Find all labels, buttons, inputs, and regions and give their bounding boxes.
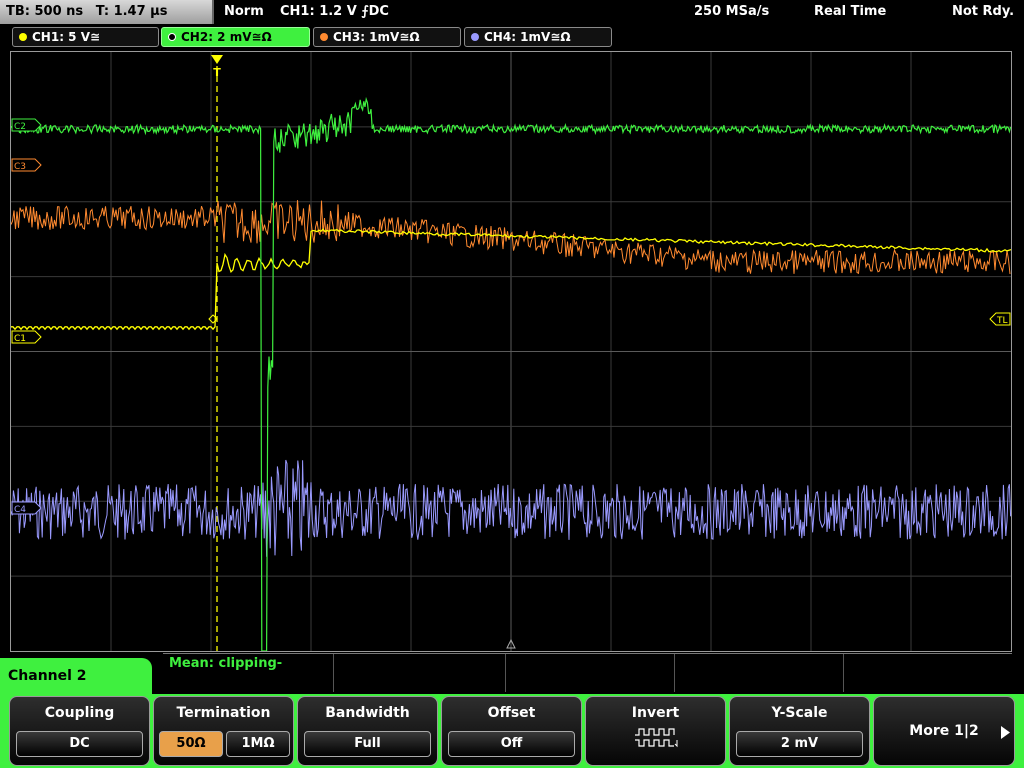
ch1-dot-icon bbox=[19, 33, 27, 41]
trigger-settings: CH1: 1.2 V ⨍DC bbox=[280, 4, 389, 19]
offset-softkey[interactable]: Offset Off bbox=[441, 696, 582, 766]
trigger-position-label: T bbox=[213, 66, 221, 79]
tab-ch4-label: CH4: 1mV≅Ω bbox=[484, 30, 571, 44]
waveform-canvas: T C2 C3 C1 C4 TL bbox=[11, 52, 1011, 651]
softkey-menu: Coupling DC Termination 50Ω 1MΩ Bandwidt… bbox=[0, 694, 1024, 768]
measurement-bar: Mean: clipping- bbox=[163, 653, 1012, 692]
ch3-ground-marker[interactable]: C3 bbox=[11, 158, 42, 172]
run-status: Not Rdy. bbox=[952, 4, 1015, 19]
tab-ch3[interactable]: CH3: 1mV≅Ω bbox=[313, 27, 461, 47]
measurement-divider bbox=[505, 654, 506, 692]
measurement-divider bbox=[674, 654, 675, 692]
trigger-mode: Norm bbox=[224, 4, 264, 19]
ch1-ground-marker[interactable]: C1 bbox=[11, 330, 42, 344]
tab-ch1[interactable]: CH1: 5 V≅ bbox=[12, 27, 159, 47]
yscale-softkey[interactable]: Y-Scale 2 mV bbox=[729, 696, 870, 766]
ch1-marker-label: C1 bbox=[14, 334, 26, 344]
timebase-box[interactable]: TB: 500 ns T: 1.47 µs bbox=[0, 0, 214, 24]
tab-ch4[interactable]: CH4: 1mV≅Ω bbox=[464, 27, 612, 47]
measurement-divider bbox=[333, 654, 334, 692]
invert-softkey[interactable]: Invert bbox=[585, 696, 726, 766]
ch4-ground-marker[interactable]: C4 bbox=[11, 501, 42, 515]
measurement-text: Mean: clipping- bbox=[169, 656, 283, 671]
invert-title: Invert bbox=[631, 705, 680, 721]
yscale-title: Y-Scale bbox=[771, 705, 828, 721]
bandwidth-softkey[interactable]: Bandwidth Full bbox=[297, 696, 438, 766]
ch4-marker-label: C4 bbox=[14, 505, 26, 515]
trigger-position-icon[interactable] bbox=[211, 55, 223, 64]
ch3-marker-label: C3 bbox=[14, 162, 26, 172]
graticule bbox=[11, 52, 1011, 651]
ch2-dot-icon bbox=[168, 33, 176, 41]
acquisition-mode: Real Time bbox=[814, 4, 887, 19]
more-label: More 1|2 bbox=[909, 723, 979, 739]
channel-tabs: CH1: 5 V≅ CH2: 2 mV≅Ω CH3: 1mV≅Ω CH4: 1m… bbox=[0, 26, 1024, 48]
trigger-time-label: T: 1.47 µs bbox=[95, 4, 168, 19]
ch3-dot-icon bbox=[320, 33, 328, 41]
trigger-level-marker[interactable]: TL bbox=[989, 312, 1011, 326]
offset-value[interactable]: Off bbox=[448, 731, 575, 757]
status-bar: TB: 500 ns T: 1.47 µs Norm CH1: 1.2 V ⨍D… bbox=[0, 0, 1024, 24]
tab-ch2-label: CH2: 2 mV≅Ω bbox=[181, 30, 272, 44]
bandwidth-title: Bandwidth bbox=[325, 705, 410, 721]
waveform-display[interactable]: T C2 C3 C1 C4 TL bbox=[10, 51, 1012, 652]
arrow-right-icon bbox=[1001, 726, 1010, 739]
coupling-title: Coupling bbox=[44, 705, 115, 721]
ch2-ground-marker[interactable]: C2 bbox=[11, 118, 42, 132]
termination-title: Termination bbox=[176, 705, 271, 721]
tab-ch2[interactable]: CH2: 2 mV≅Ω bbox=[161, 27, 310, 47]
measurement-divider bbox=[843, 654, 844, 692]
tab-ch3-label: CH3: 1mV≅Ω bbox=[333, 30, 420, 44]
termination-softkey[interactable]: Termination 50Ω 1MΩ bbox=[153, 696, 294, 766]
yscale-value[interactable]: 2 mV bbox=[736, 731, 863, 757]
termination-50-option[interactable]: 50Ω bbox=[159, 731, 223, 757]
invert-waveform-icon bbox=[635, 728, 678, 748]
termination-1m-option[interactable]: 1MΩ bbox=[226, 731, 290, 757]
timebase-label: TB: 500 ns bbox=[6, 4, 84, 19]
ch4-dot-icon bbox=[471, 33, 479, 41]
bandwidth-value[interactable]: Full bbox=[304, 731, 431, 757]
trigger-level-label: TL bbox=[996, 316, 1008, 326]
channel-menu-title-text: Channel 2 bbox=[8, 668, 87, 684]
coupling-softkey[interactable]: Coupling DC bbox=[9, 696, 150, 766]
coupling-value[interactable]: DC bbox=[16, 731, 143, 757]
tab-ch1-label: CH1: 5 V≅ bbox=[32, 30, 101, 44]
ch2-marker-label: C2 bbox=[14, 122, 26, 132]
offset-title: Offset bbox=[487, 705, 536, 721]
sample-rate: 250 MSa/s bbox=[694, 4, 770, 19]
more-softkey[interactable]: More 1|2 bbox=[873, 696, 1015, 766]
